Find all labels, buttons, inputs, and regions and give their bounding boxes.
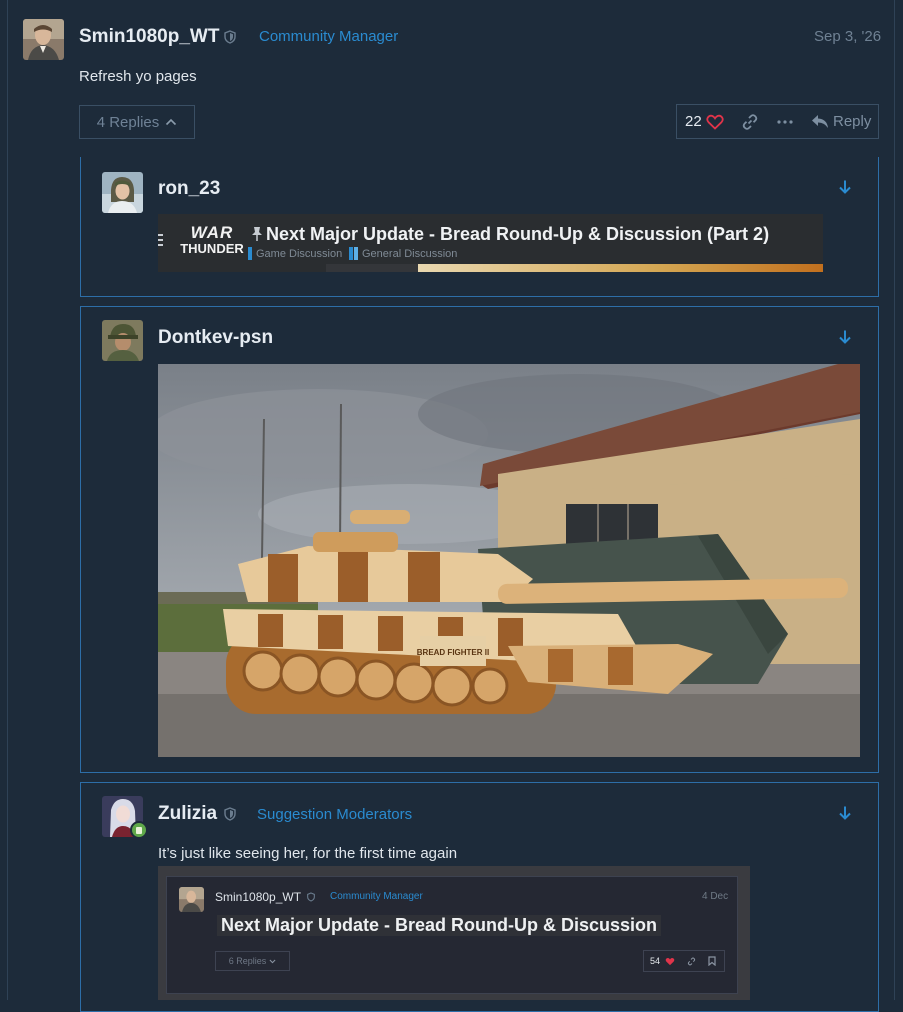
avatar bbox=[179, 887, 204, 912]
link-onebox[interactable]: WAR THUNDER Next Major Update - Bread Ro… bbox=[158, 214, 823, 272]
quoted-date: 4 Dec bbox=[702, 891, 729, 902]
more-icon bbox=[777, 119, 793, 124]
shield-icon bbox=[224, 30, 236, 44]
more-button[interactable] bbox=[777, 105, 797, 138]
site-logo-bottom: THUNDER bbox=[180, 241, 244, 256]
arrow-down-icon[interactable] bbox=[837, 805, 853, 821]
avatar[interactable] bbox=[23, 19, 64, 60]
quoted-post: Smin1080p_WT Community Manager 4 Dec Nex… bbox=[166, 876, 738, 994]
replies-label: 4 Replies bbox=[96, 113, 160, 131]
chevron-down-icon bbox=[269, 959, 276, 963]
reply-button[interactable]: Reply bbox=[811, 105, 873, 138]
post-actions: 22 Reply bbox=[676, 104, 879, 139]
category-color bbox=[349, 247, 353, 260]
arrow-down-icon[interactable] bbox=[837, 179, 853, 195]
category-color bbox=[354, 247, 358, 260]
category-badge[interactable]: Game Discussion bbox=[248, 247, 342, 260]
onebox-bg-strip bbox=[326, 264, 418, 272]
chevron-up-icon bbox=[166, 118, 177, 126]
post-date[interactable]: Sep 3, '26 bbox=[814, 28, 881, 45]
arrow-down-icon[interactable] bbox=[837, 329, 853, 345]
heart-icon bbox=[706, 114, 724, 130]
avatar[interactable] bbox=[102, 320, 143, 361]
embedded-screenshot[interactable]: Smin1080p_WT Community Manager 4 Dec Nex… bbox=[158, 866, 750, 1000]
category-label: General Discussion bbox=[362, 247, 458, 260]
shield-icon bbox=[307, 892, 315, 902]
onebox-title[interactable]: Next Major Update - Bread Round-Up & Dis… bbox=[266, 224, 769, 245]
tank-label: BREAD FIGHTER II bbox=[417, 648, 489, 657]
bread-tank-image[interactable]: BREAD FIGHTER II bbox=[158, 364, 860, 757]
quoted-like-count: 54 bbox=[650, 956, 661, 966]
heart-icon bbox=[665, 958, 675, 966]
category-color bbox=[248, 247, 252, 260]
reply-icon bbox=[812, 115, 828, 128]
quoted-actions: 54 bbox=[643, 950, 725, 972]
pin-icon bbox=[252, 227, 262, 241]
quoted-role: Community Manager bbox=[330, 891, 423, 902]
shield-icon bbox=[224, 807, 236, 821]
category-badge[interactable]: General Discussion bbox=[349, 247, 457, 260]
category-label: Game Discussion bbox=[256, 247, 343, 260]
link-icon bbox=[742, 113, 758, 130]
site-logo-top: WAR bbox=[190, 223, 234, 242]
reply-username[interactable]: Zulizia bbox=[158, 803, 217, 825]
group-flair bbox=[130, 821, 148, 839]
quoted-replies-button: 6 Replies bbox=[215, 951, 290, 971]
like-count: 22 bbox=[685, 113, 702, 130]
user-role[interactable]: Suggestion Moderators bbox=[257, 806, 412, 823]
avatar[interactable] bbox=[102, 172, 143, 213]
copy-link-button[interactable] bbox=[741, 105, 763, 138]
reply-username[interactable]: ron_23 bbox=[158, 178, 220, 200]
menu-icon bbox=[158, 234, 163, 248]
post-username[interactable]: Smin1080p_WT bbox=[79, 26, 219, 48]
user-role[interactable]: Community Manager bbox=[259, 28, 398, 45]
reply-body: It’s just like seeing her, for the first… bbox=[158, 845, 458, 862]
quoted-replies-label: 6 Replies bbox=[228, 956, 267, 966]
quoted-username: Smin1080p_WT bbox=[215, 890, 302, 904]
post-body: Refresh yo pages bbox=[79, 68, 197, 85]
like-button[interactable]: 22 bbox=[685, 105, 737, 138]
bookmark-icon bbox=[708, 956, 716, 966]
reply-label: Reply bbox=[833, 113, 872, 130]
site-logo: WAR THUNDER bbox=[180, 224, 244, 260]
link-icon bbox=[687, 957, 696, 966]
show-replies-button[interactable]: 4 Replies bbox=[79, 105, 195, 139]
quoted-title: Next Major Update - Bread Round-Up & Dis… bbox=[217, 915, 662, 936]
onebox-bg-image bbox=[418, 264, 823, 272]
reply-username[interactable]: Dontkev-psn bbox=[158, 327, 273, 349]
